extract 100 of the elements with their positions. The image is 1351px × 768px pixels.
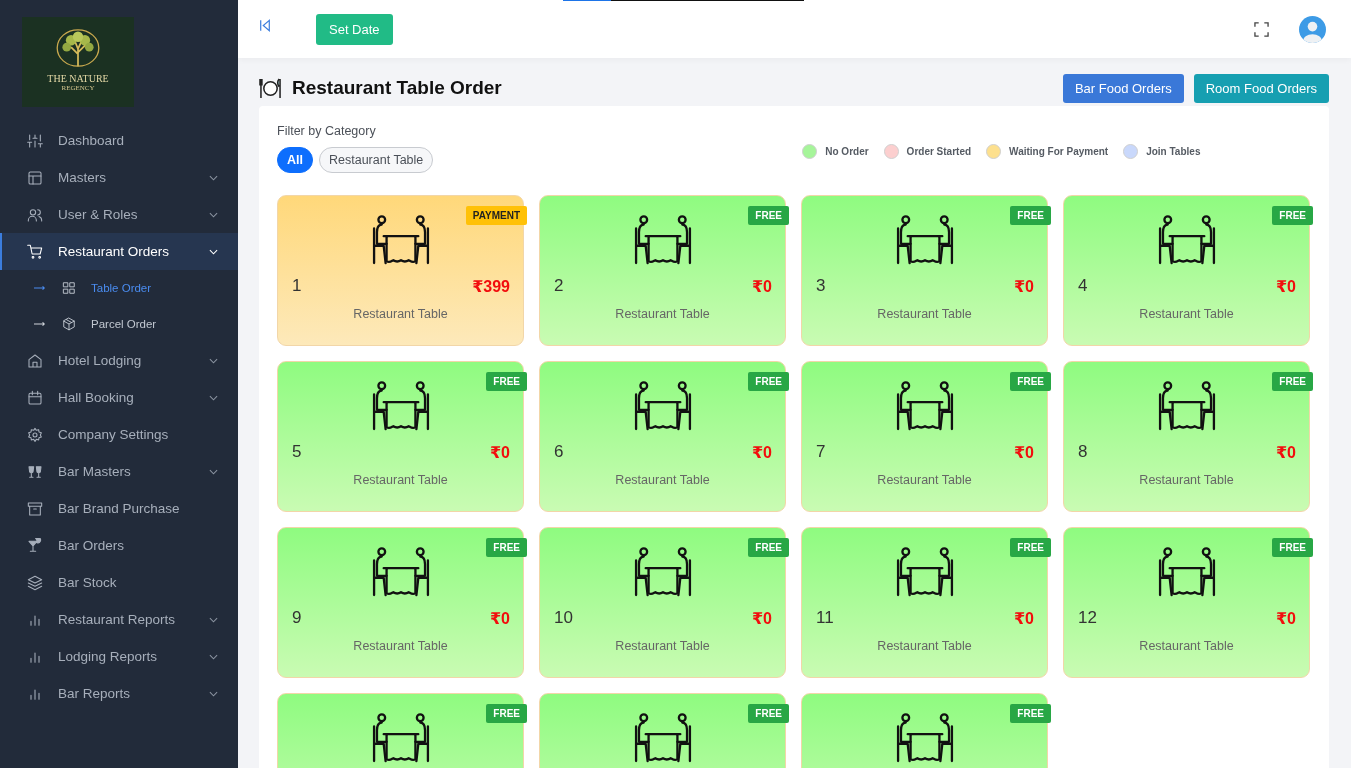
nav-item[interactable]: Lodging Reports: [0, 638, 238, 675]
table-category: Restaurant Table: [1139, 473, 1234, 487]
settings-icon: [27, 426, 43, 443]
status-label: FREE: [486, 704, 527, 723]
dining-table-drawing: [633, 547, 692, 597]
table-category: Restaurant Table: [353, 639, 448, 653]
table-amount: ₹0: [751, 608, 772, 628]
table-card[interactable]: FREE 6 ₹0 Restaurant Table: [539, 361, 786, 512]
legend-label: Order Started: [906, 146, 972, 157]
users-icon: [27, 206, 43, 223]
table-card[interactable]: FREE 2 ₹0 Restaurant Table: [539, 195, 786, 346]
nav-item[interactable]: Bar Reports: [0, 675, 238, 712]
status-label: FREE: [1010, 206, 1051, 225]
arrow-right-icon: [34, 321, 46, 327]
nav-item[interactable]: Bar Orders: [0, 527, 238, 564]
table-category: Restaurant Table: [615, 639, 710, 653]
page-title: Restaurant Table Order: [292, 77, 502, 99]
table-amount: ₹0: [1013, 442, 1034, 462]
table-amount: ₹0: [1275, 442, 1296, 462]
status-label: FREE: [748, 206, 789, 225]
cocktail-icon: [27, 537, 43, 554]
status-label: FREE: [486, 372, 527, 391]
layers-icon: [27, 574, 43, 591]
collapse-sidebar-icon[interactable]: [259, 18, 271, 32]
nav-item[interactable]: Bar Brand Purchase: [0, 490, 238, 527]
status-label: PAYMENT: [465, 206, 527, 225]
table-number: 6: [554, 442, 564, 462]
table-amount: ₹0: [1275, 276, 1296, 296]
table-card[interactable]: FREE 11 ₹0 Restaurant Table: [801, 527, 1048, 678]
dining-table-drawing: [895, 381, 954, 431]
dining-table-drawing: [1157, 547, 1216, 597]
filter-chip[interactable]: All: [277, 147, 313, 173]
table-number: 12: [1078, 608, 1097, 628]
sliders-icon: [27, 132, 43, 149]
table-card[interactable]: FREE 5 ₹0 Restaurant Table: [277, 361, 524, 512]
archive-icon: [27, 500, 43, 517]
dining-table-drawing: [895, 713, 954, 763]
table-card[interactable]: FREE 7 ₹0 Restaurant Table: [801, 361, 1048, 512]
table-category: Restaurant Table: [353, 307, 448, 321]
table-card[interactable]: FREE 12 ₹0 Restaurant Table: [1063, 527, 1310, 678]
fullscreen-icon[interactable]: [1254, 21, 1269, 37]
nav-subitem[interactable]: Parcel Order: [0, 306, 238, 342]
dining-table-drawing: [633, 381, 692, 431]
table-amount: ₹0: [751, 276, 772, 296]
nav-item[interactable]: Restaurant Reports: [0, 601, 238, 638]
status-label: FREE: [1010, 538, 1051, 557]
home-icon: [27, 352, 43, 369]
table-category: Restaurant Table: [1139, 307, 1234, 321]
dining-table-drawing: [371, 713, 430, 763]
nav-item[interactable]: Hall Booking: [0, 379, 238, 416]
logo-name: THE NATURE: [47, 73, 109, 84]
legend-label: No Order: [825, 146, 869, 157]
arrow-right-icon: [34, 285, 46, 291]
table-card[interactable]: PAYMENT 1 ₹399 Restaurant Table: [277, 195, 524, 346]
status-label: FREE: [1010, 704, 1051, 723]
orders-button[interactable]: Bar Food Orders: [1062, 73, 1184, 103]
filter-label: Filter by Category: [277, 124, 377, 138]
table-amount: ₹0: [1013, 608, 1034, 628]
table-amount: ₹0: [751, 442, 772, 462]
status-label: FREE: [1272, 538, 1313, 557]
dining-table-drawing: [895, 547, 954, 597]
plate-cutlery-icon: [259, 77, 282, 99]
nav-item[interactable]: Company Settings: [0, 416, 238, 453]
nav-item[interactable]: Masters: [0, 159, 238, 196]
table-category: Restaurant Table: [615, 307, 710, 321]
nav-item[interactable]: Bar Stock: [0, 564, 238, 601]
table-card[interactable]: FREE 4 ₹0 Restaurant Table: [1063, 195, 1310, 346]
status-label: FREE: [1272, 206, 1313, 225]
table-category: Restaurant Table: [877, 307, 972, 321]
filter-chip[interactable]: Restaurant Table: [319, 147, 434, 173]
nav-item[interactable]: Dashboard: [0, 122, 238, 159]
table-card[interactable]: FREE 9 ₹0 Restaurant Table: [277, 527, 524, 678]
dining-table-drawing: [371, 547, 430, 597]
table-card[interactable]: FREE 8 ₹0 Restaurant Table: [1063, 361, 1310, 512]
nav-subitem[interactable]: Table Order: [0, 270, 238, 306]
table-card[interactable]: FREE 3 ₹0 Restaurant Table: [801, 195, 1048, 346]
avatar-icon[interactable]: [1299, 15, 1326, 43]
calendar-icon: [27, 389, 43, 406]
table-number: 4: [1078, 276, 1088, 296]
layout-icon: [27, 169, 43, 186]
dining-table-drawing: [1157, 381, 1216, 431]
table-number: 2: [554, 276, 564, 296]
nav-item[interactable]: Restaurant Orders: [0, 233, 238, 270]
nav-item[interactable]: Hotel Lodging: [0, 342, 238, 379]
table-category: Restaurant Table: [877, 639, 972, 653]
table-number: 7: [816, 442, 826, 462]
table-card[interactable]: FREE 10 ₹0 Restaurant Table: [539, 527, 786, 678]
status-label: FREE: [1010, 372, 1051, 391]
nav-item[interactable]: Bar Masters: [0, 453, 238, 490]
dining-table-drawing: [895, 215, 954, 265]
glasses-icon: [27, 463, 43, 480]
table-category: Restaurant Table: [353, 473, 448, 487]
table-category: Restaurant Table: [615, 473, 710, 487]
nav-item[interactable]: User & Roles: [0, 196, 238, 233]
dining-table-drawing: [633, 215, 692, 265]
table-amount: ₹0: [489, 608, 510, 628]
status-label: FREE: [748, 704, 789, 723]
status-label: FREE: [486, 538, 527, 557]
table-category: Restaurant Table: [1139, 639, 1234, 653]
table-number: 5: [292, 442, 302, 462]
